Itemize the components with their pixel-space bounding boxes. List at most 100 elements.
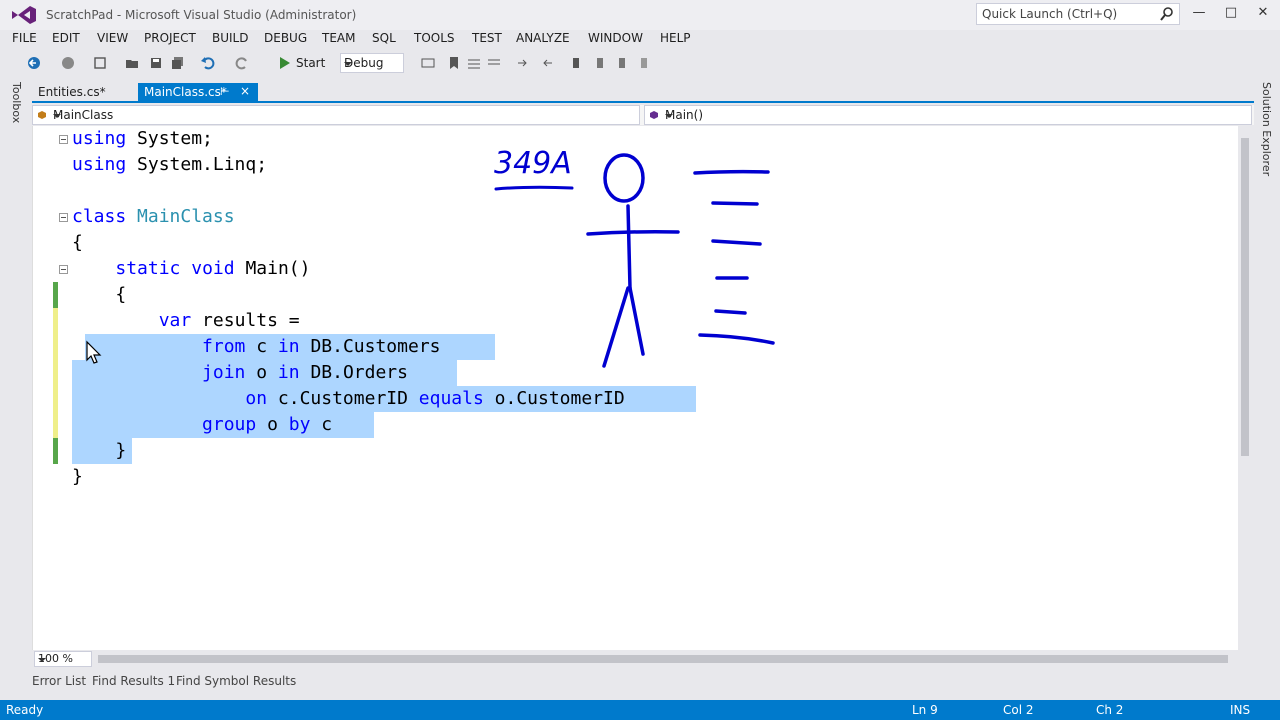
pin-icon[interactable]: ⊢ xyxy=(220,85,230,98)
save-all-icon[interactable] xyxy=(170,55,186,71)
undo-icon[interactable] xyxy=(200,55,216,71)
status-column: Col 2 xyxy=(1003,703,1034,717)
chevron-down-icon xyxy=(344,62,352,66)
tab-find-symbol-results[interactable]: Find Symbol Results xyxy=(176,674,296,688)
menu-edit[interactable]: EDIT xyxy=(52,31,80,45)
code-line-7: var results = xyxy=(158,310,300,331)
left-tool-strip: Toolbox xyxy=(0,78,32,698)
menu-tools[interactable]: TOOLS xyxy=(414,31,455,45)
redo-icon[interactable] xyxy=(234,55,250,71)
menu-team[interactable]: TEAM xyxy=(322,31,355,45)
close-icon[interactable]: × xyxy=(240,84,250,98)
tab-entities[interactable]: Entities.cs* xyxy=(32,83,132,103)
maximize-button[interactable]: □ xyxy=(1220,4,1242,22)
editor-bottom-bar: 100 % xyxy=(32,650,1238,668)
code-line-1: using System; xyxy=(72,128,213,149)
collapse-icon[interactable] xyxy=(59,135,68,144)
code-line-5: static void Main() xyxy=(115,258,311,279)
editor-margin xyxy=(33,126,69,650)
collapse-icon[interactable] xyxy=(59,213,68,222)
tab-find-results[interactable]: Find Results 1 xyxy=(92,674,175,688)
chevron-down-icon xyxy=(665,114,673,118)
solution-configuration-select[interactable]: Debug xyxy=(340,53,404,73)
menu-file[interactable]: FILE xyxy=(12,31,37,45)
comment-icon[interactable] xyxy=(466,55,482,71)
menu-project[interactable]: PROJECT xyxy=(144,31,196,45)
code-line-6: { xyxy=(115,284,127,305)
method-icon xyxy=(650,111,658,119)
menu-test[interactable]: TEST xyxy=(472,31,502,45)
code-line-9: join o in DB.Orders xyxy=(202,362,408,383)
unsaved-change-marker xyxy=(53,308,58,438)
status-line: Ln 9 xyxy=(912,703,938,717)
zoom-select[interactable]: 100 % xyxy=(34,651,92,667)
menu-debug[interactable]: DEBUG xyxy=(264,31,307,45)
bookmark-clear-icon[interactable] xyxy=(636,55,652,71)
mouse-pointer-icon xyxy=(86,340,102,364)
menu-build[interactable]: BUILD xyxy=(212,31,248,45)
tab-mainclass[interactable]: MainClass.cs* ⊢ × xyxy=(138,83,258,103)
code-line-11: group o by c xyxy=(202,414,333,435)
right-tool-strip: Solution Explorer xyxy=(1254,78,1280,698)
start-label: Start xyxy=(296,56,326,70)
standard-toolbar: Start xyxy=(0,50,1280,78)
code-line-8: from c in DB.Customers xyxy=(202,336,441,357)
code-line-12: } xyxy=(115,440,127,461)
scrollbar-thumb[interactable] xyxy=(1241,138,1249,456)
code-line-10: on c.CustomerID equals o.CustomerID xyxy=(245,388,625,409)
outdent-icon[interactable] xyxy=(538,55,554,71)
type-combo-value: MainClass xyxy=(53,108,114,122)
menu-view[interactable]: VIEW xyxy=(97,31,128,45)
window-title: ScratchPad - Microsoft Visual Studio (Ad… xyxy=(46,8,357,22)
navigate-forward-icon[interactable] xyxy=(60,55,76,71)
saved-change-marker xyxy=(53,282,58,308)
menu-help[interactable]: HELP xyxy=(660,31,691,45)
navigation-bar: MainClass Main() xyxy=(32,105,1254,125)
code-line-13: } xyxy=(72,466,83,487)
collapse-icon[interactable] xyxy=(59,265,68,274)
chevron-down-icon xyxy=(53,114,61,118)
status-text: Ready xyxy=(6,703,44,717)
status-char: Ch 2 xyxy=(1096,703,1124,717)
tab-label: Entities.cs* xyxy=(38,85,106,99)
save-icon[interactable] xyxy=(148,55,164,71)
bookmark-icon[interactable] xyxy=(446,55,462,71)
solution-explorer-tab[interactable]: Solution Explorer xyxy=(1260,82,1273,176)
bookmark-prev-icon[interactable] xyxy=(592,55,608,71)
find-icon[interactable] xyxy=(420,55,436,71)
status-insert-mode: INS xyxy=(1230,703,1251,717)
quick-launch-input[interactable]: Quick Launch (Ctrl+Q) xyxy=(976,3,1180,25)
search-icon xyxy=(1160,7,1173,21)
indent-icon[interactable] xyxy=(516,55,532,71)
status-bar: Ready Ln 9 Col 2 Ch 2 INS xyxy=(0,700,1280,720)
toolbox-tab[interactable]: Toolbox xyxy=(10,82,23,123)
tool-window-tabs: Error List Find Results 1 Find Symbol Re… xyxy=(0,672,1280,692)
code-line-4: { xyxy=(72,232,83,253)
menu-window[interactable]: WINDOW xyxy=(588,31,643,45)
visual-studio-logo-icon xyxy=(12,6,36,24)
navigate-back-icon[interactable] xyxy=(26,55,42,71)
menu-sql[interactable]: SQL xyxy=(372,31,396,45)
title-bar: ScratchPad - Microsoft Visual Studio (Ad… xyxy=(0,0,1280,30)
menu-bar: FILE EDIT VIEW PROJECT BUILD DEBUG TEAM … xyxy=(0,30,1280,48)
minimize-button[interactable]: — xyxy=(1188,4,1210,22)
horizontal-scrollbar[interactable] xyxy=(98,655,1228,663)
uncomment-icon[interactable] xyxy=(486,55,502,71)
quick-launch-placeholder: Quick Launch (Ctrl+Q) xyxy=(982,7,1118,21)
open-file-icon[interactable] xyxy=(124,55,140,71)
bookmark-next-icon[interactable] xyxy=(614,55,630,71)
saved-change-marker xyxy=(53,438,58,464)
new-project-icon[interactable] xyxy=(92,55,108,71)
close-button[interactable]: ✕ xyxy=(1252,4,1274,22)
code-line-2: using System.Linq; xyxy=(72,154,268,175)
play-icon xyxy=(280,57,290,69)
member-combo[interactable]: Main() xyxy=(644,105,1252,125)
code-editor[interactable]: using System; using System.Linq; class M… xyxy=(32,126,1238,650)
tab-label: MainClass.cs* xyxy=(144,85,227,99)
document-tab-row: Entities.cs* MainClass.cs* ⊢ × xyxy=(32,83,1254,103)
vertical-scrollbar[interactable] xyxy=(1238,126,1252,650)
tab-error-list[interactable]: Error List xyxy=(32,674,86,688)
bookmark-toggle-icon[interactable] xyxy=(568,55,584,71)
menu-analyze[interactable]: ANALYZE xyxy=(516,31,570,45)
type-combo[interactable]: MainClass xyxy=(32,105,640,125)
